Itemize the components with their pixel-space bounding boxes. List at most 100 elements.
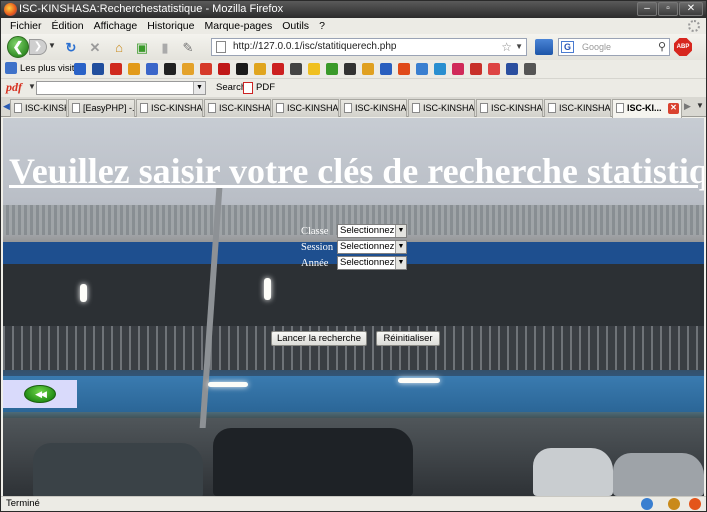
forward-button[interactable]: ❯ bbox=[29, 39, 47, 55]
bookmark-icon[interactable] bbox=[308, 63, 320, 75]
search-box[interactable]: G Google ⚲ bbox=[558, 38, 670, 56]
firefox-status-icon[interactable] bbox=[689, 498, 701, 510]
tab-list-icon[interactable]: ▼ bbox=[696, 101, 704, 110]
page-icon bbox=[480, 103, 488, 113]
search-engine-icon[interactable]: G bbox=[561, 41, 574, 53]
tab-label: ISC-KINSHA... bbox=[151, 103, 203, 113]
back-button[interactable]: ❮ bbox=[7, 36, 29, 58]
window-title: ISC-KINSHASA:Recherchestatistique - Mozi… bbox=[19, 3, 284, 15]
tab[interactable]: [EasyPHP] -... bbox=[68, 99, 135, 117]
adblock-button[interactable]: ABP bbox=[674, 38, 692, 56]
bookmark-icon[interactable] bbox=[164, 63, 176, 75]
rewind-icon[interactable]: ◀◀ bbox=[24, 385, 56, 403]
bookmark-icon[interactable] bbox=[272, 63, 284, 75]
bookmark-icon[interactable] bbox=[110, 63, 122, 75]
bookmark-icon[interactable] bbox=[452, 63, 464, 75]
classe-select[interactable]: Selectionnez ▼ bbox=[337, 224, 407, 238]
bookmark-icon[interactable] bbox=[470, 63, 482, 75]
home-icon[interactable]: ⌂ bbox=[111, 40, 127, 56]
stats-icon[interactable]: ▮ bbox=[157, 40, 173, 56]
bookmark-icon[interactable] bbox=[506, 63, 518, 75]
bookmark-icon[interactable] bbox=[380, 63, 392, 75]
tab-active[interactable]: ISC-KI... ✕ bbox=[612, 99, 682, 118]
reset-button[interactable]: Réinitialiser bbox=[376, 331, 440, 346]
minimize-button[interactable]: – bbox=[637, 2, 657, 16]
chevron-down-icon[interactable]: ▼ bbox=[395, 225, 406, 237]
bookmark-icon[interactable] bbox=[362, 63, 374, 75]
pdf-dropdown-icon[interactable]: ▼ bbox=[28, 82, 36, 91]
stop-icon[interactable]: ✕ bbox=[87, 40, 103, 56]
bookmark-icon[interactable] bbox=[236, 63, 248, 75]
tab[interactable]: ISC-KINSHA... bbox=[476, 99, 543, 117]
menu-outils[interactable]: Outils bbox=[277, 18, 314, 34]
close-button[interactable]: ✕ bbox=[679, 2, 703, 16]
tool-icon[interactable]: ✎ bbox=[180, 40, 196, 56]
bookmark-most-visited[interactable]: Les plus visités bbox=[5, 62, 84, 74]
session-row: Session Selectionnez ▼ bbox=[301, 240, 407, 254]
bookmark-icon[interactable] bbox=[128, 63, 140, 75]
search-button[interactable]: Lancer la recherche bbox=[271, 331, 367, 346]
tab[interactable]: ISC-KINSHA... bbox=[340, 99, 407, 117]
bookmark-icon[interactable] bbox=[488, 63, 500, 75]
bookmark-icon[interactable] bbox=[218, 63, 230, 75]
status-bar: Terminé bbox=[1, 496, 706, 511]
annee-select[interactable]: Selectionnez ▼ bbox=[337, 256, 407, 270]
session-select[interactable]: Selectionnez ▼ bbox=[337, 240, 407, 254]
tab-scroll-right-icon[interactable]: ▶ bbox=[684, 101, 691, 112]
chevron-down-icon[interactable]: ▼ bbox=[193, 82, 205, 94]
bookmark-icon[interactable] bbox=[182, 63, 194, 75]
sync-icon[interactable] bbox=[641, 498, 653, 510]
pdf-search-input[interactable]: ▼ bbox=[36, 81, 206, 95]
bookmark-icon[interactable] bbox=[254, 63, 266, 75]
bookmark-icon[interactable] bbox=[74, 63, 86, 75]
pdf-search-button[interactable]: Search bbox=[216, 80, 246, 96]
reload-icon[interactable]: ↻ bbox=[63, 40, 79, 56]
maximize-button[interactable]: ▫ bbox=[658, 2, 678, 16]
bookmark-icon[interactable] bbox=[344, 63, 356, 75]
tab-scroll-left-icon[interactable]: ◀ bbox=[3, 101, 10, 112]
feed-icon[interactable] bbox=[535, 39, 553, 55]
browser-window: ISC-KINSHASA:Recherchestatistique - Mozi… bbox=[0, 0, 707, 512]
bookmark-icon[interactable] bbox=[416, 63, 428, 75]
classe-row: Classe Selectionnez ▼ bbox=[301, 224, 407, 238]
tab[interactable]: ISC-KINSHA... bbox=[204, 99, 271, 117]
tab[interactable]: ISC-KINSHA... bbox=[408, 99, 475, 117]
close-tab-icon[interactable]: ✕ bbox=[668, 103, 679, 114]
tab[interactable]: ISC-KINSHA... bbox=[136, 99, 203, 117]
bookmark-icon[interactable] bbox=[92, 63, 104, 75]
tab-label: ISC-KINSHA... bbox=[491, 103, 543, 113]
bookmark-icon[interactable] bbox=[200, 63, 212, 75]
bookmark-icon[interactable] bbox=[146, 63, 158, 75]
tab-label: ISC-KINSHA... bbox=[355, 103, 407, 113]
page-title: Veuillez saisir votre clés de recherche … bbox=[9, 151, 704, 191]
tab[interactable]: ISC-KINSHA... bbox=[272, 99, 339, 117]
chevron-down-icon[interactable]: ▼ bbox=[395, 257, 406, 269]
history-dropdown-icon[interactable]: ▼ bbox=[48, 41, 56, 53]
menu-historique[interactable]: Historique bbox=[142, 18, 199, 34]
bookmark-icon[interactable] bbox=[524, 63, 536, 75]
add-bookmark-icon[interactable]: ▣ bbox=[134, 40, 150, 56]
most-visited-icon bbox=[5, 62, 17, 74]
menu-help[interactable]: ? bbox=[314, 18, 330, 34]
url-dropdown-icon[interactable]: ▼ bbox=[515, 39, 523, 55]
tab[interactable]: ISC-KINSHA... bbox=[544, 99, 611, 117]
bookmark-star-icon[interactable]: ☆ bbox=[501, 39, 512, 55]
tab[interactable]: ISC-KINSHA... bbox=[10, 99, 67, 117]
search-icon[interactable]: ⚲ bbox=[658, 40, 666, 53]
chevron-down-icon[interactable]: ▼ bbox=[395, 241, 406, 253]
page-icon bbox=[140, 103, 148, 113]
bookmark-icon[interactable] bbox=[434, 63, 446, 75]
bookmark-icon[interactable] bbox=[290, 63, 302, 75]
navigation-panel: ◀◀ bbox=[3, 380, 77, 408]
bookmark-icon[interactable] bbox=[326, 63, 338, 75]
menu-fichier[interactable]: Fichier bbox=[5, 18, 47, 34]
menu-affichage[interactable]: Affichage bbox=[89, 18, 143, 34]
menu-edition[interactable]: Édition bbox=[47, 18, 89, 34]
window-controls: – ▫ ✕ bbox=[637, 2, 703, 16]
bookmark-icon[interactable] bbox=[398, 63, 410, 75]
addon-icon[interactable] bbox=[668, 498, 680, 510]
address-bar[interactable]: http://127.0.0.1/isc/statitiquerech.php … bbox=[211, 38, 527, 56]
menu-marque-pages[interactable]: Marque-pages bbox=[200, 18, 278, 34]
classe-label: Classe bbox=[301, 225, 329, 237]
pdf-convert-button[interactable]: PDF bbox=[256, 80, 275, 96]
